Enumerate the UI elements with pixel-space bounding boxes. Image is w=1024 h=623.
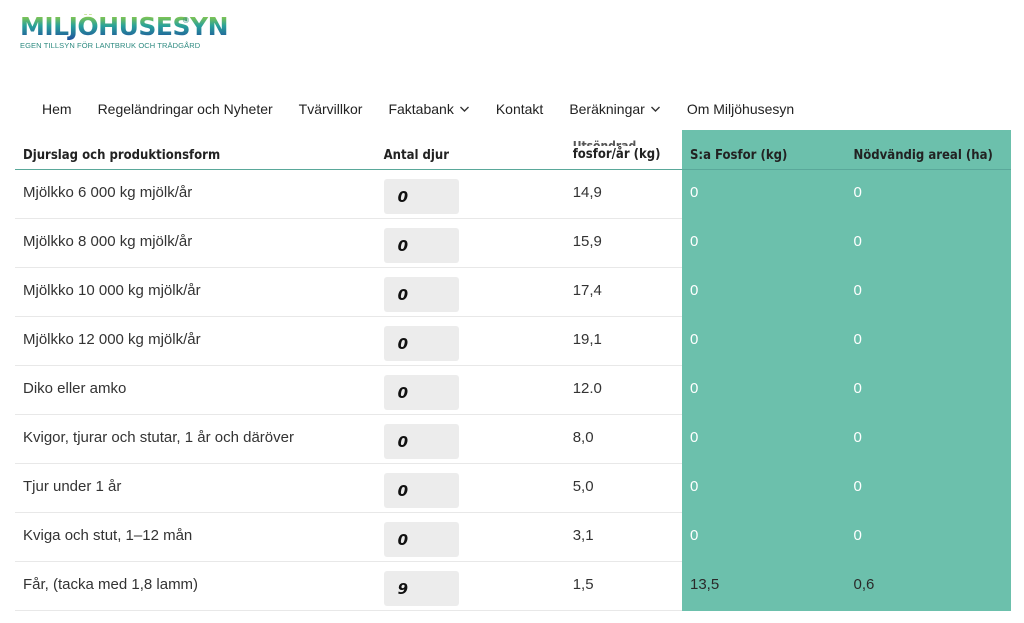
total-phosphorus-cell: 0 [682, 512, 846, 562]
total-phosphorus-cell: 0 [682, 365, 846, 415]
count-cell: 0 [375, 218, 565, 268]
count-cell: 0 [375, 512, 565, 562]
header-phosphorus-label: fosfor/år (kg) [572, 147, 661, 162]
total-phosphorus-cell: 0 [682, 169, 846, 219]
required-area-cell: 0 [845, 267, 1011, 317]
table-row: Kviga och stut, 1–12 mån 0 3,1 0 0 [15, 512, 1011, 562]
animal-count-input[interactable]: 0 [383, 277, 459, 312]
header-count: Antal djur [375, 130, 565, 170]
required-area-cell: 0 [845, 365, 1011, 415]
table-row: Diko eller amko 0 12.0 0 0 [15, 365, 1011, 415]
required-area-cell: 0 [845, 414, 1011, 464]
required-area-cell: 0 [845, 169, 1011, 219]
table-row: Mjölkko 6 000 kg mjölk/år 0 14,9 0 0 [15, 169, 1011, 219]
required-area-cell: 0,6 [845, 561, 1011, 611]
phosphorus-table: Djurslag och produktionsform Antal djur … [15, 130, 1011, 611]
count-cell: 0 [375, 365, 565, 415]
header-total: S:a Fosfor (kg) [682, 130, 846, 170]
animal-count-input[interactable]: 0 [383, 522, 459, 557]
header-species: Djurslag och produktionsform [15, 130, 376, 170]
required-area-cell: 0 [845, 512, 1011, 562]
count-cell: 0 [375, 267, 565, 317]
animal-count-input[interactable]: 0 [383, 473, 459, 508]
nav-item-faktabank[interactable]: Faktabank [388, 101, 469, 117]
count-cell: 0 [375, 316, 565, 366]
phosphorus-cell: 5,0 [564, 463, 682, 513]
logo-title: MILJÖHUSESYN [20, 12, 229, 41]
site-logo[interactable]: MILJÖHUSESYN EGEN TILLSYN FÖR LANTBRUK O… [20, 14, 228, 50]
phosphorus-cell: 8,0 [564, 414, 682, 464]
phosphorus-cell: 1,5 [564, 561, 682, 611]
required-area-cell: 0 [845, 463, 1011, 513]
animal-count-input[interactable]: 0 [383, 424, 459, 459]
total-phosphorus-cell: 0 [682, 463, 846, 513]
nav-item-tvarvillkor[interactable]: Tvärvillkor [299, 101, 363, 117]
phosphorus-cell: 19,1 [564, 316, 682, 366]
table-row: Mjölkko 8 000 kg mjölk/år 0 15,9 0 0 [15, 218, 1011, 268]
count-cell: 0 [375, 169, 565, 219]
header-area: Nödvändig areal (ha) [845, 130, 1011, 170]
nav-item-om-miljohusesyn[interactable]: Om Miljöhusesyn [687, 101, 794, 117]
required-area-cell: 0 [845, 316, 1011, 366]
species-cell: Mjölkko 8 000 kg mjölk/år [15, 218, 376, 268]
table-row: Tjur under 1 år 0 5,0 0 0 [15, 463, 1011, 513]
nav-item-regelandringar[interactable]: Regeländringar och Nyheter [98, 101, 273, 117]
total-phosphorus-cell: 13,5 [682, 561, 846, 611]
animal-count-input[interactable]: 0 [383, 375, 459, 410]
table-row: Mjölkko 10 000 kg mjölk/år 0 17,4 0 0 [15, 267, 1011, 317]
species-cell: Mjölkko 10 000 kg mjölk/år [15, 267, 376, 317]
nav-item-hem[interactable]: Hem [42, 101, 72, 117]
species-cell: Kvigor, tjurar och stutar, 1 år och därö… [15, 414, 376, 464]
total-phosphorus-cell: 0 [682, 267, 846, 317]
table-row: Får, (tacka med 1,8 lamm) 9 1,5 13,5 0,6 [15, 561, 1011, 611]
chevron-down-icon [459, 106, 469, 112]
total-phosphorus-cell: 0 [682, 316, 846, 366]
phosphorus-cell: 15,9 [564, 218, 682, 268]
table-row: Mjölkko 12 000 kg mjölk/år 0 19,1 0 0 [15, 316, 1011, 366]
logo-tagline: EGEN TILLSYN FÖR LANTBRUK OCH TRÄDGÅRD [20, 41, 201, 50]
chevron-down-icon [650, 106, 660, 112]
required-area-cell: 0 [845, 218, 1011, 268]
species-cell: Mjölkko 6 000 kg mjölk/år [15, 169, 376, 219]
species-cell: Kviga och stut, 1–12 mån [15, 512, 376, 562]
species-cell: Diko eller amko [15, 365, 376, 415]
table-row: Kvigor, tjurar och stutar, 1 år och därö… [15, 414, 1011, 464]
phosphorus-cell: 12.0 [564, 365, 682, 415]
nav-item-kontakt[interactable]: Kontakt [496, 101, 543, 117]
count-cell: 0 [375, 414, 565, 464]
table-header-row: Djurslag och produktionsform Antal djur … [15, 130, 1011, 170]
total-phosphorus-cell: 0 [682, 414, 846, 464]
nav-item-berakningar[interactable]: Beräkningar [569, 101, 661, 117]
table-body: Mjölkko 6 000 kg mjölk/år 0 14,9 0 0 Mjölkko … [15, 169, 1011, 611]
header-phosphorus: Utsöndrad fosfor/år (kg) [564, 130, 682, 170]
count-cell: 9 [375, 561, 565, 611]
animal-count-input[interactable]: 9 [383, 571, 459, 606]
species-cell: Tjur under 1 år [15, 463, 376, 513]
count-cell: 0 [375, 463, 565, 513]
phosphorus-cell: 14,9 [564, 169, 682, 219]
species-cell: Får, (tacka med 1,8 lamm) [15, 561, 376, 611]
species-cell: Mjölkko 12 000 kg mjölk/år [15, 316, 376, 366]
animal-count-input[interactable]: 0 [383, 179, 459, 214]
animal-count-input[interactable]: 0 [383, 326, 459, 361]
total-phosphorus-cell: 0 [682, 218, 846, 268]
animal-count-input[interactable]: 0 [383, 228, 459, 263]
phosphorus-cell: 3,1 [564, 512, 682, 562]
main-nav: Hem Regeländringar och Nyheter Tvärvillk… [42, 101, 820, 117]
registered-mark: ® [183, 16, 189, 25]
phosphorus-cell: 17,4 [564, 267, 682, 317]
